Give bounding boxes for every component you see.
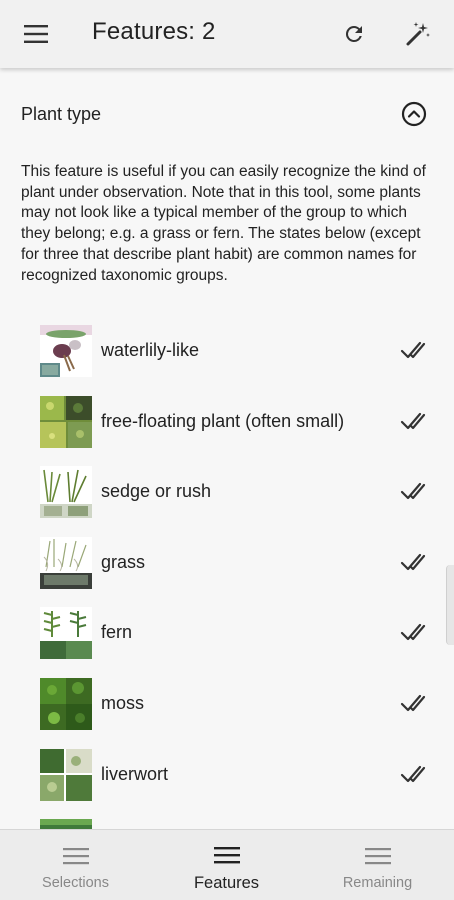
checkmark-icon[interactable] bbox=[400, 692, 426, 714]
moss-thumbnail bbox=[40, 677, 92, 730]
fern-thumbnail bbox=[40, 607, 92, 660]
liverwort-thumbnail bbox=[40, 748, 92, 801]
checkmark-icon[interactable] bbox=[400, 551, 426, 573]
state-item-grass[interactable]: grass bbox=[0, 529, 454, 600]
sedge-or-rush-thumbnail bbox=[40, 466, 92, 519]
page-title: Features: 2 bbox=[92, 18, 216, 45]
refresh-button[interactable] bbox=[334, 14, 374, 54]
state-label: sedge or rush bbox=[101, 481, 212, 502]
checkmark-icon[interactable] bbox=[400, 480, 426, 502]
checkmark-icon[interactable] bbox=[400, 339, 426, 361]
bottom-navigation: Selections Features Remaining bbox=[0, 829, 454, 900]
checkmark-icon[interactable] bbox=[400, 763, 426, 785]
app-bar: Features: 2 bbox=[0, 0, 454, 68]
menu-button[interactable] bbox=[18, 18, 54, 50]
checkmark-icon[interactable] bbox=[400, 410, 426, 432]
list-icon bbox=[214, 847, 240, 864]
tab-label: Features bbox=[193, 874, 260, 892]
tab-label: Remaining bbox=[342, 875, 413, 891]
collapse-button[interactable] bbox=[400, 100, 428, 128]
state-label: free-floating plant (often small) bbox=[101, 410, 345, 431]
tab-features[interactable]: Features bbox=[151, 830, 302, 900]
state-label: liverwort bbox=[101, 763, 169, 784]
tab-remaining[interactable]: Remaining bbox=[302, 830, 453, 900]
refresh-icon bbox=[345, 25, 362, 42]
list-icon bbox=[365, 848, 391, 865]
state-item-moss[interactable]: moss bbox=[0, 670, 454, 741]
scroll-indicator[interactable] bbox=[446, 565, 454, 645]
state-item-sedge-or-rush[interactable]: sedge or rush bbox=[0, 458, 454, 529]
state-label: grass bbox=[101, 551, 146, 572]
magic-wand-button[interactable] bbox=[398, 14, 438, 54]
feature-section-header[interactable]: Plant type bbox=[0, 90, 454, 138]
list-icon bbox=[63, 848, 89, 865]
tab-selections[interactable]: Selections bbox=[0, 830, 151, 900]
chevron-up-circle-icon bbox=[401, 101, 427, 127]
grass-thumbnail bbox=[40, 536, 92, 589]
state-label: waterlily-like bbox=[101, 340, 200, 360]
state-label: moss bbox=[101, 692, 145, 713]
free-floating-plant-thumbnail bbox=[40, 395, 92, 448]
state-list: waterlily-like free-floating plant (ofte… bbox=[0, 317, 454, 882]
state-item-waterlily-like[interactable]: waterlily-like bbox=[0, 317, 454, 388]
menu-icon bbox=[24, 25, 48, 43]
state-label: fern bbox=[101, 622, 133, 643]
state-item-liverwort[interactable]: liverwort bbox=[0, 741, 454, 812]
feature-title: Plant type bbox=[21, 104, 102, 124]
state-item-free-floating-plant[interactable]: free-floating plant (often small) bbox=[0, 388, 454, 459]
tab-label: Selections bbox=[42, 875, 109, 891]
feature-description: This feature is useful if you can easily… bbox=[21, 163, 426, 284]
state-item-fern[interactable]: fern bbox=[0, 599, 454, 670]
magic-wand-icon bbox=[406, 22, 430, 46]
waterlily-like-thumbnail bbox=[40, 325, 92, 377]
checkmark-icon[interactable] bbox=[400, 621, 426, 643]
